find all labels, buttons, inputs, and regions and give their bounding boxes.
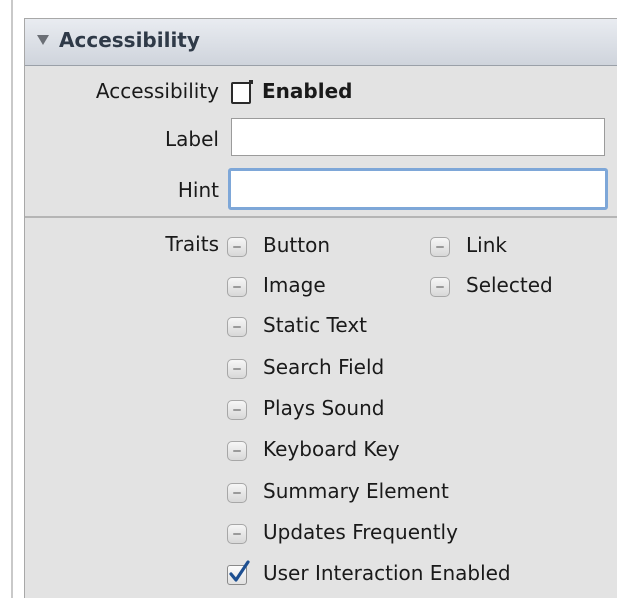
trait-button-checkbox[interactable]: [227, 237, 247, 257]
accessibility-enabled-checkbox[interactable]: [231, 80, 253, 104]
section-header[interactable]: Accessibility: [25, 19, 617, 66]
trait-image-checkbox[interactable]: [227, 277, 247, 297]
accessibility-inspector-panel: Accessibility Accessibility Enabled Labe…: [24, 18, 617, 598]
traits-label: Traits: [165, 232, 219, 256]
accessibility-row-label: Accessibility: [95, 79, 219, 103]
trait-search-field-checkbox[interactable]: [227, 359, 247, 379]
trait-plays-sound-checkbox[interactable]: [227, 400, 247, 420]
trait-updates-frequently-checkbox[interactable]: [227, 524, 247, 544]
trait-user-interaction-enabled-label: User Interaction Enabled: [263, 561, 511, 585]
trait-static-text-checkbox[interactable]: [227, 317, 247, 337]
trait-search-field-label: Search Field: [263, 355, 385, 379]
trait-image-label: Image: [263, 273, 326, 297]
disclosure-triangle-icon[interactable]: [37, 35, 49, 45]
trait-selected-label: Selected: [466, 273, 553, 297]
accessibility-enabled-label: Enabled: [262, 79, 353, 103]
label-input-field[interactable]: [231, 118, 605, 156]
trait-summary-element-checkbox[interactable]: [227, 483, 247, 503]
trait-static-text-label: Static Text: [263, 313, 367, 337]
trait-link-label: Link: [466, 233, 507, 257]
hint-input-field[interactable]: [228, 168, 608, 210]
trait-button-label: Button: [263, 233, 330, 257]
trait-selected-checkbox[interactable]: [430, 277, 450, 297]
label-field-label: Label: [165, 127, 219, 151]
section-title: Accessibility: [59, 28, 200, 52]
hint-field-label: Hint: [177, 178, 219, 202]
checkbox-corner-mark: [249, 80, 253, 84]
trait-plays-sound-label: Plays Sound: [263, 396, 385, 420]
label-input[interactable]: [232, 119, 604, 155]
checkmark-icon: [229, 560, 250, 582]
trait-keyboard-key-label: Keyboard Key: [263, 437, 400, 461]
hint-input[interactable]: [231, 171, 605, 207]
trait-link-checkbox[interactable]: [430, 237, 450, 257]
trait-user-interaction-enabled-checkbox[interactable]: [227, 560, 250, 585]
trait-updates-frequently-label: Updates Frequently: [263, 520, 458, 544]
trait-keyboard-key-checkbox[interactable]: [227, 441, 247, 461]
left-divider: [11, 0, 13, 598]
trait-summary-element-label: Summary Element: [263, 479, 449, 503]
section-separator: [25, 216, 617, 218]
